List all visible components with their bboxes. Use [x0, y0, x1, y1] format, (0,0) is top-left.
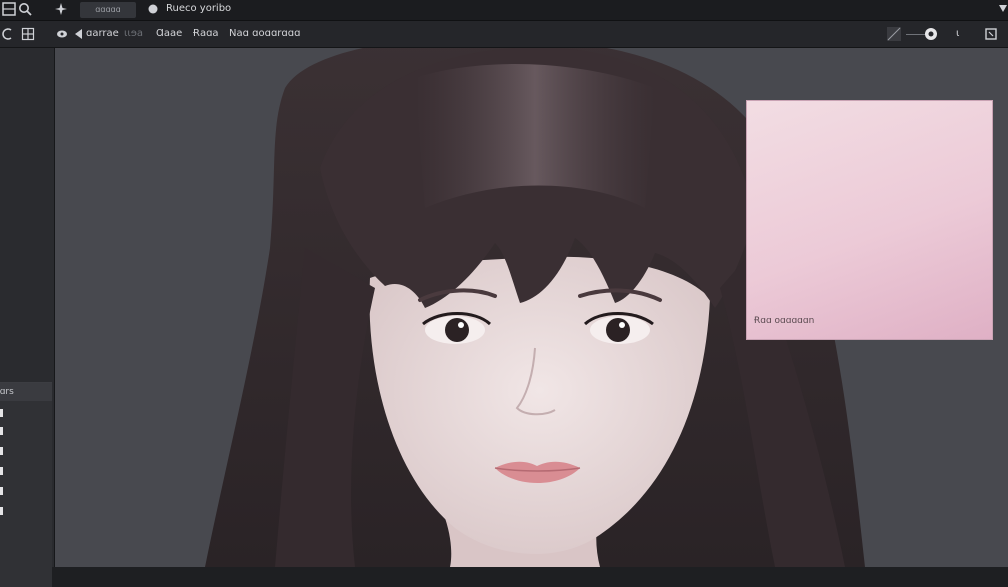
layer-row-4[interactable]	[0, 467, 3, 475]
grid-icon[interactable]	[2, 2, 16, 16]
document-status-icon	[148, 4, 158, 14]
image-canvas[interactable]: Ɍɑɑ oɑɑɑɑɑn	[55, 48, 1008, 567]
color-swatch-panel[interactable]: Ɍɑɑ oɑɑɑɑɑn	[746, 100, 993, 340]
back-arrow-icon[interactable]	[72, 27, 86, 41]
toolbar-item-1[interactable]: ɑarrae	[86, 28, 119, 39]
toolbar-item-2[interactable]: ɩɩɘa	[124, 28, 143, 39]
title-bar: ɑɑɑɑɑ Rueco yoribo	[0, 0, 1008, 21]
layer-row-3[interactable]	[0, 447, 3, 455]
layer-row-1[interactable]	[0, 409, 3, 417]
eye-icon[interactable]	[55, 27, 69, 41]
tool-options-bar: ɑarrae ɩɩɘa Ɑaae Ɍaɑa Naɑ ɑoɑɑrɑɑɑ ɩ	[0, 21, 1008, 48]
zoom-icon[interactable]	[18, 2, 32, 16]
document-title: Rueco yoribo	[166, 3, 232, 14]
toolbar-item-3[interactable]: Ɑaae	[156, 28, 182, 39]
size-slider-handle[interactable]	[924, 27, 938, 41]
toolbar-item-5[interactable]: Naɑ ɑoɑɑrɑɑɑ	[229, 28, 300, 39]
move-tool-icon[interactable]	[54, 2, 68, 16]
pin-icon[interactable]	[996, 2, 1008, 16]
toolbar-right-label[interactable]: ɩ	[956, 28, 959, 39]
document-tab[interactable]: ɑɑɑɑɑ	[80, 2, 136, 18]
toolbar-item-4[interactable]: Ɍaɑa	[193, 28, 219, 39]
settings-icon[interactable]	[984, 27, 998, 41]
layer-row-2[interactable]	[0, 427, 3, 435]
left-sidebar: ɑɑrs	[0, 48, 55, 587]
layout-icon[interactable]	[21, 27, 35, 41]
layer-row-6[interactable]	[0, 507, 3, 515]
exchange-icon[interactable]	[1, 27, 15, 41]
swatch-panel-label: Ɍɑɑ oɑɑɑɑɑn	[754, 316, 815, 326]
layers-panel: ɑɑrs	[0, 382, 52, 587]
brush-preview-icon[interactable]	[886, 26, 902, 42]
layers-panel-header[interactable]: ɑɑrs	[0, 383, 52, 401]
layer-row-5[interactable]	[0, 487, 3, 495]
